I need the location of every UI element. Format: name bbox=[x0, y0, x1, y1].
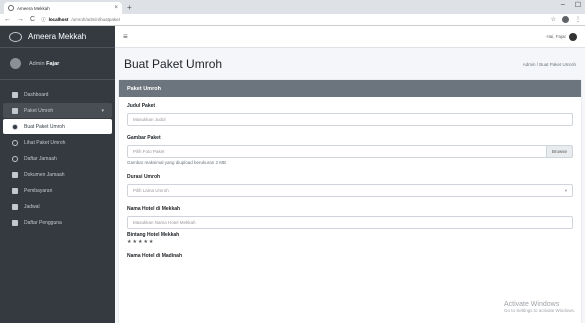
user-greeting[interactable]: Hai, Fajar bbox=[546, 32, 577, 41]
paket-form-card: Paket Umroh Judul Paket Masukkan Judul G… bbox=[119, 80, 581, 323]
durasi-label: Durasi Umroh bbox=[127, 174, 161, 180]
circle-icon bbox=[12, 155, 18, 162]
card-title: Paket Umroh bbox=[119, 80, 581, 97]
url-host: localhost bbox=[48, 17, 69, 22]
tab-title: Ameera Mekkah bbox=[17, 5, 50, 11]
gambar-file-input[interactable]: Pilih Foto Paket Browse bbox=[127, 145, 573, 158]
sidebar-item-dashboard[interactable]: Dashboard bbox=[3, 87, 112, 102]
sidebar-item-dokumen-jamaah[interactable]: Dokumen Jamaah bbox=[3, 167, 112, 182]
sidebar: Ameera Mekkah Admin Fajar Dashboard Pake… bbox=[0, 26, 115, 323]
site-info-icon[interactable]: ⓘ bbox=[41, 17, 46, 23]
forward-icon[interactable]: → bbox=[17, 16, 24, 23]
dashboard-icon bbox=[12, 91, 18, 98]
bookmark-star-icon[interactable]: ☆ bbox=[551, 16, 556, 23]
bintang-mekkah-label: Bintang Hotel Mekkah bbox=[127, 232, 180, 238]
hotel-mekkah-input[interactable]: Masukkan Nama Hotel Mekkah bbox=[127, 216, 573, 229]
user-icon bbox=[12, 219, 18, 226]
window-controls: – ☐ bbox=[561, 1, 581, 9]
user-panel[interactable]: Admin Fajar bbox=[0, 48, 115, 80]
url-path: /umroh/admin/buatpaket bbox=[71, 17, 120, 22]
sidebar-item-paket-umroh[interactable]: Paket Umroh ▾ bbox=[3, 103, 112, 118]
brand-logo-icon bbox=[9, 31, 22, 42]
breadcrumb: Admin / Buat Paket Umroh bbox=[522, 61, 576, 67]
hotel-mekkah-label: Nama Hotel di Mekkah bbox=[127, 206, 181, 212]
card-body: Judul Paket Masukkan Judul Gambar Paket … bbox=[119, 97, 581, 269]
sidebar-item-pembayaran[interactable]: Pembayaran bbox=[3, 183, 112, 198]
browser-tabstrip: Ameera Mekkah × + bbox=[0, 0, 585, 14]
gambar-label: Gambar Paket bbox=[127, 135, 161, 141]
top-navbar: ≡ Hai, Fajar bbox=[115, 26, 585, 48]
circle-icon bbox=[12, 139, 18, 146]
browser-tab[interactable]: Ameera Mekkah × bbox=[4, 2, 122, 14]
brand[interactable]: Ameera Mekkah bbox=[0, 26, 115, 48]
minimize-button[interactable]: – bbox=[561, 1, 565, 9]
sidebar-item-daftar-jamaah[interactable]: Daftar Jamaah bbox=[3, 151, 112, 166]
hamburger-menu-icon[interactable]: ≡ bbox=[123, 32, 128, 41]
document-icon bbox=[12, 171, 18, 178]
avatar bbox=[10, 58, 21, 69]
browser-toolbar: ☆ ⋮ bbox=[551, 16, 581, 23]
url-field[interactable]: ⓘ localhost/umroh/admin/buatpaket bbox=[41, 17, 545, 23]
sidebar-item-jadwal[interactable]: Jadwal bbox=[3, 199, 112, 214]
maximize-button[interactable]: ☐ bbox=[575, 1, 581, 9]
calendar-icon bbox=[12, 203, 18, 210]
gambar-hint: Gambar maksimal yang diupload berukuran … bbox=[127, 160, 227, 165]
chevron-down-icon: ▾ bbox=[564, 187, 567, 193]
star-rating[interactable]: ★★★★★ bbox=[127, 239, 573, 245]
address-bar: ← → C ⓘ localhost/umroh/admin/buatpaket … bbox=[0, 14, 585, 26]
brand-name: Ameera Mekkah bbox=[28, 32, 87, 41]
book-icon bbox=[12, 107, 18, 114]
back-icon[interactable]: ← bbox=[4, 16, 11, 23]
main-content: ≡ Hai, Fajar Buat Paket Umroh Admin / Bu… bbox=[115, 26, 585, 323]
sidebar-item-daftar-pengguna[interactable]: Daftar Pengguna bbox=[3, 215, 112, 230]
tag-icon bbox=[12, 187, 18, 194]
app: Ameera Mekkah Admin Fajar Dashboard Pake… bbox=[0, 26, 585, 323]
sidebar-menu: Dashboard Paket Umroh ▾ Buat Paket Umroh… bbox=[0, 80, 115, 230]
user-name: Admin Fajar bbox=[29, 60, 60, 67]
gambar-file-field[interactable]: Pilih Foto Paket bbox=[127, 145, 546, 158]
browse-button[interactable]: Browse bbox=[545, 145, 573, 158]
reload-icon[interactable]: C bbox=[30, 16, 35, 23]
chevron-down-icon: ▾ bbox=[101, 107, 104, 114]
circle-icon bbox=[12, 123, 18, 130]
sidebar-item-lihat-paket-umroh[interactable]: Lihat Paket Umroh bbox=[3, 135, 112, 150]
durasi-select[interactable]: Pilih Lama Umroh ▾ bbox=[127, 184, 573, 197]
judul-label: Judul Paket bbox=[127, 103, 156, 109]
tab-close-icon[interactable]: × bbox=[114, 5, 118, 11]
avatar bbox=[569, 32, 577, 41]
content-header: Buat Paket Umroh Admin / Buat Paket Umro… bbox=[115, 48, 585, 80]
page-title: Buat Paket Umroh bbox=[124, 57, 223, 71]
sidebar-item-buat-paket-umroh[interactable]: Buat Paket Umroh bbox=[3, 119, 112, 134]
new-tab-button[interactable]: + bbox=[127, 2, 132, 14]
menu-icon[interactable]: ⋮ bbox=[575, 16, 581, 23]
activate-windows-watermark: Activate Windows Go to Settings to activ… bbox=[503, 301, 575, 313]
profile-icon[interactable] bbox=[562, 16, 569, 23]
hotel-madinah-label: Nama Hotel di Madinah bbox=[127, 253, 183, 259]
favicon-icon bbox=[8, 5, 14, 11]
judul-input[interactable]: Masukkan Judul bbox=[127, 113, 573, 126]
